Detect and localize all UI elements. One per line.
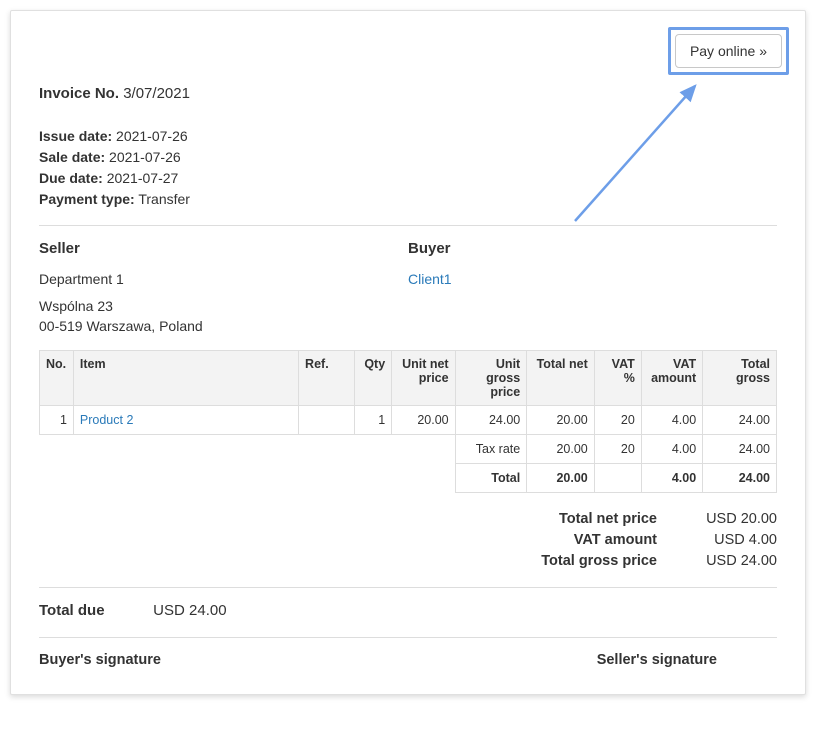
summary-section: Total net price USD 20.00 VAT amount USD…	[39, 511, 777, 569]
invoice-card: Pay online » Invoice No. 3/07/2021 Issue…	[10, 10, 806, 695]
summary-vat-row: VAT amount USD 4.00	[39, 532, 777, 548]
th-total-gross: Total gross	[703, 351, 777, 406]
tax-total-gross: 24.00	[703, 435, 777, 464]
invoice-number-value: 3/07/2021	[123, 85, 190, 102]
sale-date-label: Sale date:	[39, 149, 105, 165]
cell-vat-amount: 4.00	[641, 406, 702, 435]
sale-date-value: 2021-07-26	[109, 149, 181, 165]
buyer-signature-label: Buyer's signature	[39, 652, 161, 668]
summary-vat-value: USD 4.00	[657, 532, 777, 548]
seller-address: Wspólna 23 00-519 Warszawa, Poland	[39, 297, 408, 336]
cell-vat-pct: 20	[594, 406, 641, 435]
due-date-value: 2021-07-27	[107, 170, 179, 186]
items-table: No. Item Ref. Qty Unit net price Unit gr…	[39, 350, 777, 493]
total-row-total-net: 20.00	[527, 464, 595, 493]
pay-online-highlight: Pay online »	[668, 27, 789, 75]
due-date-row: Due date: 2021-07-27	[39, 170, 777, 186]
divider	[39, 225, 777, 226]
issue-date-row: Issue date: 2021-07-26	[39, 128, 777, 144]
th-item: Item	[73, 351, 298, 406]
payment-type-value: Transfer	[138, 191, 190, 207]
cell-unit-net-price: 20.00	[392, 406, 455, 435]
cell-no: 1	[40, 406, 74, 435]
summary-total-net-row: Total net price USD 20.00	[39, 511, 777, 527]
due-date-label: Due date:	[39, 170, 103, 186]
cell-total-gross: 24.00	[703, 406, 777, 435]
summary-total-net-label: Total net price	[497, 511, 657, 527]
th-total-net: Total net	[527, 351, 595, 406]
table-row: 1 Product 2 1 20.00 24.00 20.00 20 4.00 …	[40, 406, 777, 435]
seller-name: Department 1	[39, 271, 408, 287]
summary-total-gross-label: Total gross price	[497, 553, 657, 569]
tax-vat-amount: 4.00	[641, 435, 702, 464]
buyer-block: Buyer Client1	[408, 240, 777, 336]
parties-section: Seller Department 1 Wspólna 23 00-519 Wa…	[39, 240, 777, 336]
th-unit-net-price: Unit net price	[392, 351, 455, 406]
product-link[interactable]: Product 2	[80, 413, 134, 427]
total-row-total-gross: 24.00	[703, 464, 777, 493]
sale-date-row: Sale date: 2021-07-26	[39, 149, 777, 165]
tax-rate-label: Tax rate	[455, 435, 527, 464]
tax-vat-pct: 20	[594, 435, 641, 464]
summary-total-gross-value: USD 24.00	[657, 553, 777, 569]
th-vat-amount: VAT amount	[641, 351, 702, 406]
tax-rate-row: Tax rate 20.00 20 4.00 24.00	[40, 435, 777, 464]
invoice-number: Invoice No. 3/07/2021	[39, 85, 777, 102]
divider	[39, 637, 777, 638]
summary-total-net-value: USD 20.00	[657, 511, 777, 527]
invoice-number-label: Invoice No.	[39, 85, 119, 102]
seller-title: Seller	[39, 240, 408, 257]
th-unit-gross-price: Unit gross price	[455, 351, 527, 406]
th-qty: Qty	[355, 351, 392, 406]
issue-date-value: 2021-07-26	[116, 128, 188, 144]
payment-type-label: Payment type:	[39, 191, 135, 207]
cell-qty: 1	[355, 406, 392, 435]
tax-total-net: 20.00	[527, 435, 595, 464]
seller-addr-line2: 00-519 Warszawa, Poland	[39, 317, 408, 337]
issue-date-label: Issue date:	[39, 128, 112, 144]
cell-item: Product 2	[73, 406, 298, 435]
summary-total-gross-row: Total gross price USD 24.00	[39, 553, 777, 569]
total-row-vat-amount: 4.00	[641, 464, 702, 493]
th-no: No.	[40, 351, 74, 406]
total-due-row: Total due USD 24.00	[39, 602, 777, 619]
cell-total-net: 20.00	[527, 406, 595, 435]
total-due-label: Total due	[39, 602, 149, 619]
cell-unit-gross-price: 24.00	[455, 406, 527, 435]
seller-signature-label: Seller's signature	[597, 652, 777, 668]
divider	[39, 587, 777, 588]
th-ref: Ref.	[299, 351, 355, 406]
total-due-value: USD 24.00	[153, 602, 226, 619]
buyer-name-link[interactable]: Client1	[408, 271, 452, 287]
signatures-row: Buyer's signature Seller's signature	[39, 652, 777, 668]
cell-ref	[299, 406, 355, 435]
buyer-title: Buyer	[408, 240, 777, 257]
table-header-row: No. Item Ref. Qty Unit net price Unit gr…	[40, 351, 777, 406]
totals-row: Total 20.00 4.00 24.00	[40, 464, 777, 493]
seller-block: Seller Department 1 Wspólna 23 00-519 Wa…	[39, 240, 408, 336]
pay-online-button[interactable]: Pay online »	[675, 34, 782, 68]
total-row-label: Total	[455, 464, 527, 493]
payment-type-row: Payment type: Transfer	[39, 191, 777, 207]
seller-addr-line1: Wspólna 23	[39, 297, 408, 317]
total-row-vat-pct	[594, 464, 641, 493]
summary-vat-label: VAT amount	[497, 532, 657, 548]
th-vat-pct: VAT %	[594, 351, 641, 406]
